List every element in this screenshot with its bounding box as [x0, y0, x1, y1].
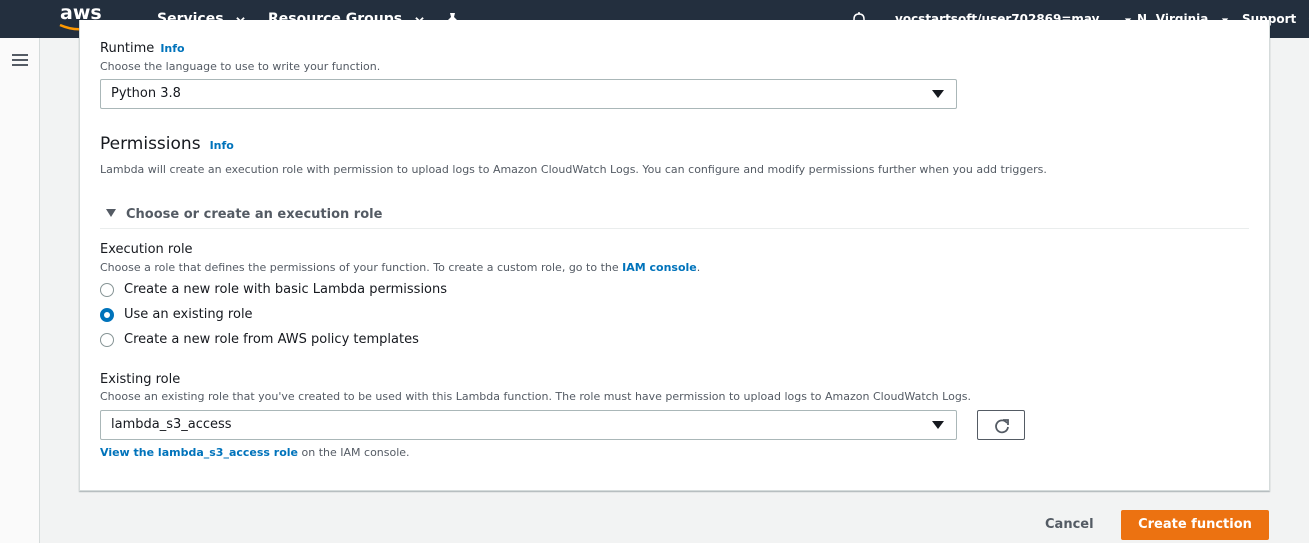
existing-role-select-value: lambda_s3_access — [111, 417, 232, 432]
permissions-description: Lambda will create an execution role wit… — [100, 163, 1047, 176]
sidebar — [0, 38, 40, 543]
radio-label: Create a new role from AWS policy templa… — [124, 332, 419, 347]
radio-button[interactable] — [100, 333, 114, 347]
existing-role-label: Existing role — [100, 372, 181, 387]
execution-role-description-suffix: . — [696, 261, 701, 274]
permissions-title: Permissions — [100, 134, 201, 154]
create-function-button[interactable]: Create function — [1121, 510, 1269, 540]
refresh-icon — [995, 419, 1009, 434]
radio-label: Use an existing role — [124, 307, 253, 322]
radio-button-checked[interactable] — [100, 308, 114, 322]
expander-label: Choose or create an execution role — [126, 207, 383, 222]
existing-role-description: Choose an existing role that you've crea… — [100, 390, 972, 403]
view-role-suffix: on the IAM console. — [301, 446, 410, 459]
caret-down-icon — [106, 209, 116, 217]
execution-role-expander[interactable]: Choose or create an execution role — [106, 207, 382, 222]
runtime-label-text: Runtime — [100, 41, 155, 56]
menu-icon[interactable] — [12, 54, 28, 68]
execution-role-description: Choose a role that defines the permissio… — [100, 261, 700, 274]
view-role-row: View the lambda_s3_access role on the IA… — [100, 446, 410, 459]
execution-role-description-text: Choose a role that defines the permissio… — [100, 261, 619, 274]
runtime-description: Choose the language to use to write your… — [100, 60, 381, 73]
refresh-button[interactable] — [977, 410, 1025, 440]
permissions-info-link[interactable]: Info — [210, 139, 234, 152]
triangle-down-icon — [932, 90, 944, 98]
runtime-select-value: Python 3.8 — [111, 86, 181, 101]
existing-role-select[interactable]: lambda_s3_access — [100, 410, 957, 440]
divider — [100, 228, 1249, 229]
cancel-button[interactable]: Cancel — [1045, 510, 1094, 540]
permissions-heading: Permissions Info — [100, 134, 234, 154]
runtime-info-link[interactable]: Info — [160, 42, 184, 55]
view-role-link[interactable]: View the lambda_s3_access role — [100, 446, 298, 459]
function-config-panel: Runtime Info Choose the language to use t… — [79, 20, 1270, 491]
radio-label: Create a new role with basic Lambda perm… — [124, 282, 448, 297]
runtime-select[interactable]: Python 3.8 — [100, 79, 957, 109]
radio-button[interactable] — [100, 283, 114, 297]
runtime-label: Runtime Info — [100, 41, 185, 56]
triangle-down-icon — [932, 421, 944, 429]
iam-console-link[interactable]: IAM console — [622, 261, 697, 274]
execution-role-label: Execution role — [100, 242, 193, 257]
